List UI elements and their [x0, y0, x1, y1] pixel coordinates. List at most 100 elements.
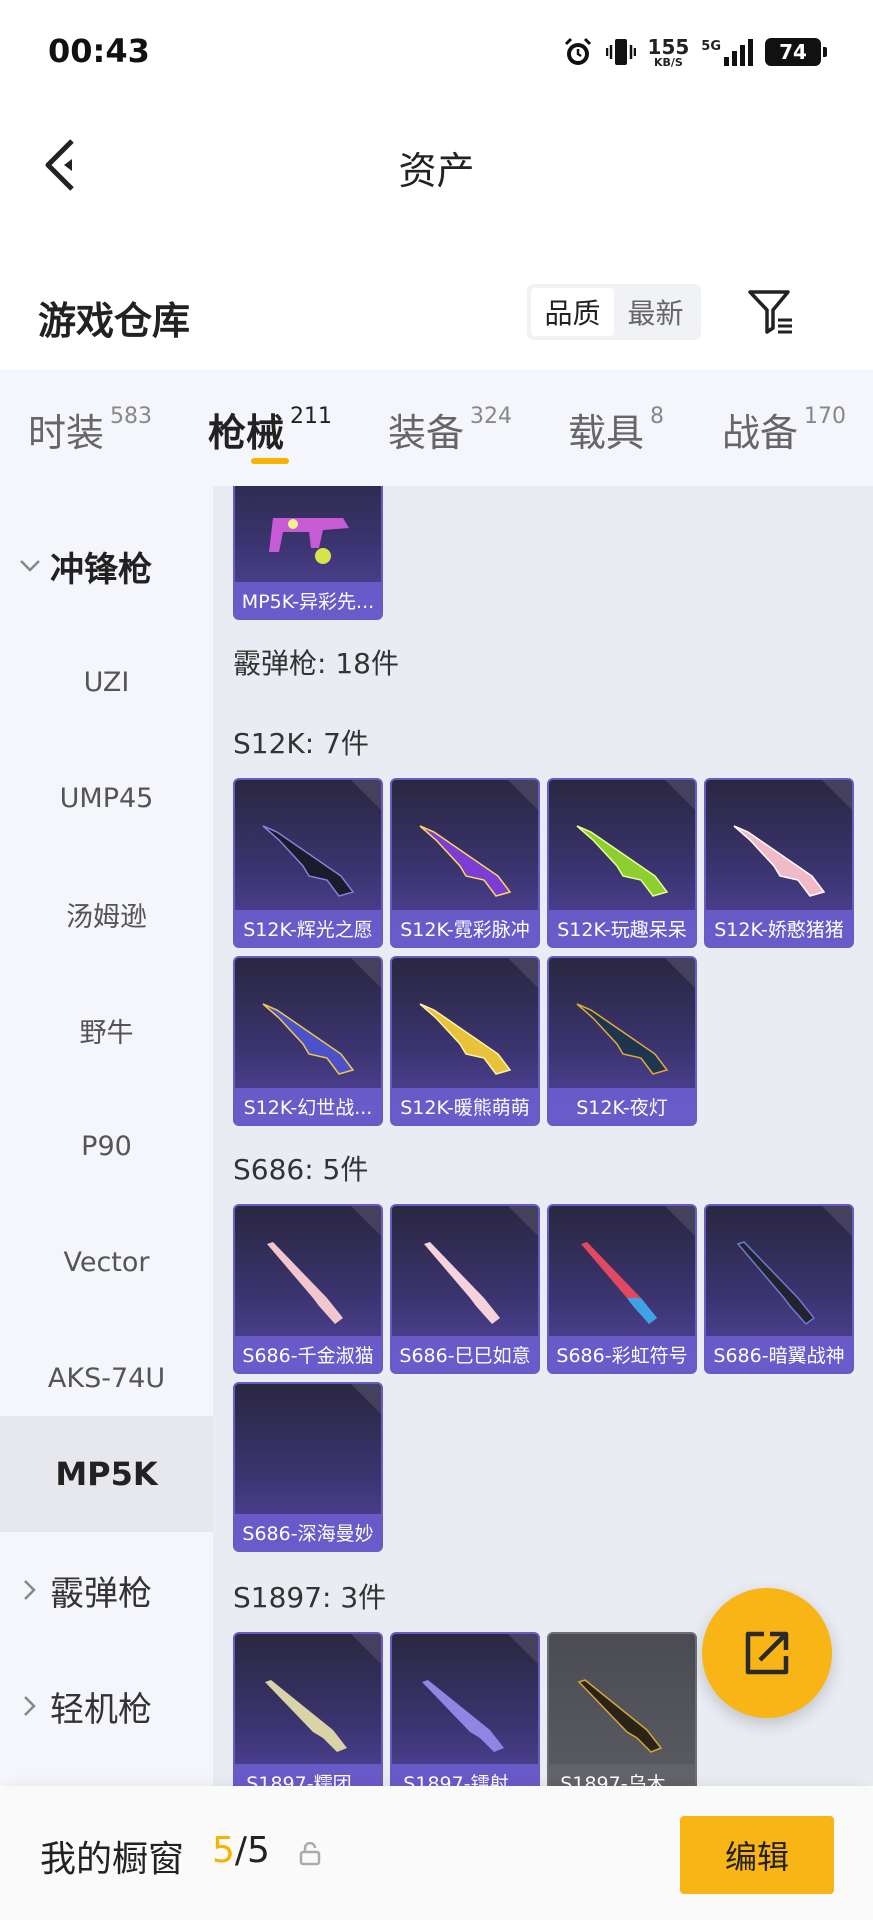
weapon-card[interactable]: S12K-幻世战...: [233, 956, 383, 1126]
tab-war-supplies[interactable]: 战备 170: [722, 402, 846, 457]
filter-icon: [748, 290, 792, 334]
shotgun-icon: [265, 1680, 347, 1752]
external-link-icon: [745, 1631, 789, 1675]
tab-firearms[interactable]: 枪械 211: [208, 402, 332, 457]
section-header-s1897: S1897: 3件: [233, 1581, 387, 1614]
sort-toggle: 品质 最新: [527, 284, 701, 340]
sidebar-item-vector[interactable]: Vector: [0, 1204, 213, 1320]
tab-label: 时装: [28, 411, 105, 455]
weapon-card-name: S1897-乌木...: [549, 1764, 695, 1786]
sidebar-group-shotgun[interactable]: 霰弹枪: [0, 1532, 213, 1648]
weapon-card-name: MP5K-异彩先...: [235, 582, 381, 618]
status-bar: 00:43 155 KB/S 5G 74: [0, 0, 873, 100]
sidebar-item-bizon[interactable]: 野牛: [0, 972, 213, 1088]
section-header-s12k: S12K: 7件: [233, 727, 369, 760]
app-header: 资产: [0, 100, 873, 230]
sidebar-group-lmg[interactable]: 轻机枪: [0, 1648, 213, 1764]
lock-icon: [299, 1842, 321, 1866]
weapon-card-name: S686-巳巳如意: [392, 1336, 538, 1372]
weapon-card[interactable]: S686-千金淑猫: [233, 1204, 383, 1374]
weapon-card[interactable]: S686-暗翼战神: [704, 1204, 854, 1374]
sidebar-group-label: 轻机枪: [50, 1689, 152, 1730]
weapon-card[interactable]: S1897-镭射...: [390, 1632, 540, 1786]
warehouse-title: 游戏仓库: [38, 299, 191, 343]
weapon-card[interactable]: S686-彩虹符号: [547, 1204, 697, 1374]
chevron-right-icon: [18, 1578, 42, 1602]
sidebar-item-mp5k[interactable]: MP5K: [0, 1416, 213, 1532]
share-fab-button[interactable]: [702, 1588, 832, 1718]
sidebar-group-smg[interactable]: 冲锋枪: [0, 508, 213, 624]
shotgun-icon: [424, 1242, 500, 1324]
chevron-down-icon: [18, 554, 42, 578]
weapon-card-name: S1897-镭射...: [392, 1764, 538, 1786]
weapon-card-name: S12K-暖熊萌萌: [392, 1088, 538, 1124]
speed-unit: KB/S: [653, 55, 683, 69]
shotgun-icon: [576, 825, 669, 897]
showcase-label: 我的橱窗: [40, 1839, 185, 1880]
shotgun-icon: [267, 1242, 343, 1324]
weapon-card-name: S12K-玩趣呆呆: [549, 910, 695, 946]
showcase-current: 5: [212, 1830, 235, 1871]
tab-count: 211: [290, 404, 333, 429]
tab-count: 8: [650, 404, 665, 429]
weapon-card-name: S12K-娇憨猪猪: [706, 910, 852, 946]
shotgun-icon: [262, 1003, 355, 1075]
shotgun-icon: [733, 825, 826, 897]
shotgun-icon: [419, 1003, 512, 1075]
section-header-s686: S686: 5件: [233, 1153, 369, 1186]
tab-count: 324: [470, 404, 513, 429]
tab-equipment[interactable]: 装备 324: [388, 402, 512, 457]
weapon-card[interactable]: S686-巳巳如意: [390, 1204, 540, 1374]
weapon-card[interactable]: S12K-夜灯: [547, 956, 697, 1126]
sort-newest-option[interactable]: 最新: [614, 288, 697, 336]
showcase-total: /5: [234, 1830, 270, 1871]
network-speed: 155 KB/S: [648, 37, 690, 68]
tab-count: 583: [110, 404, 153, 429]
tab-label: 装备: [388, 411, 465, 455]
weapon-card-name: S1897-糯团...: [235, 1764, 381, 1786]
tab-label: 载具: [568, 411, 645, 455]
shotgun-icon: [262, 825, 355, 897]
sidebar-item-p90[interactable]: P90: [0, 1088, 213, 1204]
section-header-shotgun: 霰弹枪: 18件: [233, 647, 399, 680]
filter-button[interactable]: [742, 284, 800, 340]
battery-level: 74: [779, 40, 807, 64]
battery-icon: 74: [765, 38, 827, 66]
sidebar-item-thompson[interactable]: 汤姆逊: [0, 856, 213, 972]
alarm-icon: [564, 37, 591, 65]
weapon-card[interactable]: S12K-辉光之愿: [233, 778, 383, 948]
status-time: 00:43: [48, 32, 150, 70]
weapon-card-name: S12K-辉光之愿: [235, 910, 381, 946]
weapon-card-name: S12K-夜灯: [549, 1088, 695, 1124]
weapon-card-name: S12K-幻世战...: [235, 1088, 381, 1124]
weapon-card[interactable]: S12K-娇憨猪猪: [704, 778, 854, 948]
weapon-card-name: S686-千金淑猫: [235, 1336, 381, 1372]
tab-label: 战备: [722, 411, 799, 455]
weapon-card[interactable]: S12K-玩趣呆呆: [547, 778, 697, 948]
sidebar-item-ump45[interactable]: UMP45: [0, 740, 213, 856]
weapon-card[interactable]: S686-深海曼妙: [233, 1382, 383, 1552]
tab-fashion[interactable]: 时装 583: [28, 402, 152, 457]
weapon-card[interactable]: S12K-暖熊萌萌: [390, 956, 540, 1126]
weapon-card-name: S686-彩虹符号: [549, 1336, 695, 1372]
page-title: 资产: [398, 149, 475, 193]
smg-icon: [269, 518, 349, 564]
edit-button[interactable]: 编辑: [680, 1816, 834, 1894]
weapon-type-sidebar: 冲锋枪 UZI UMP45 汤姆逊 野牛 P90 Vector AKS-74U …: [0, 486, 213, 1786]
weapon-card-name: S12K-霓彩脉冲: [392, 910, 538, 946]
weapon-card[interactable]: S1897-乌木...: [547, 1632, 697, 1786]
vibrate-icon: [605, 39, 636, 65]
weapon-card[interactable]: S1897-糯团...: [233, 1632, 383, 1786]
weapon-card[interactable]: MP5K-异彩先...: [233, 486, 383, 620]
tab-label: 枪械: [208, 411, 285, 455]
tab-vehicles[interactable]: 载具 8: [568, 402, 664, 457]
sort-quality-option[interactable]: 品质: [531, 288, 614, 336]
tab-active-indicator: [251, 458, 289, 464]
shotgun-icon: [577, 1679, 663, 1753]
weapon-card-name: S686-暗翼战神: [706, 1336, 852, 1372]
chevron-right-icon: [18, 1694, 42, 1718]
weapon-card[interactable]: S12K-霓彩脉冲: [390, 778, 540, 948]
sidebar-item-uzi[interactable]: UZI: [0, 624, 213, 740]
sidebar-group-label: 冲锋枪: [50, 549, 152, 590]
status-icons: 155 KB/S 5G 74: [562, 30, 827, 74]
